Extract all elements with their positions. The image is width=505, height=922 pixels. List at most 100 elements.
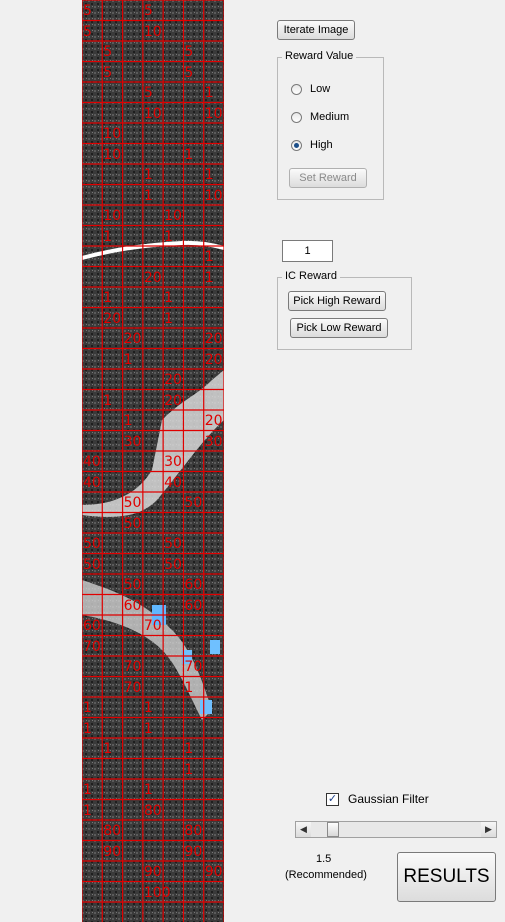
grid-cell-label: 20 <box>123 331 142 347</box>
grid-cell-label: 60 <box>83 618 101 634</box>
grid-cell-label: 50 <box>164 536 182 552</box>
ic-reward-group: IC Reward Pick High Reward Pick Low Rewa… <box>277 270 412 350</box>
slider-recommended-note: (Recommended) <box>285 869 367 881</box>
grid-cell-label: 50 <box>83 536 101 552</box>
set-reward-button[interactable]: Set Reward <box>289 168 367 188</box>
grid-cell-label: 50 <box>123 577 142 593</box>
gaussian-filter-checkbox[interactable]: ✓ <box>326 793 339 806</box>
grid-cell-label: 90 <box>184 843 203 860</box>
grid-cell-label: 1 <box>143 167 153 183</box>
grid-cell-label: 1 <box>123 413 133 429</box>
reward-high-option[interactable]: High <box>291 139 333 151</box>
grid-cell-label: 70 <box>123 679 142 696</box>
pick-high-reward-button[interactable]: Pick High Reward <box>288 291 386 311</box>
reward-medium-option[interactable]: Medium <box>291 111 349 123</box>
grid-cell-label: 1 <box>204 85 214 101</box>
grid-cell-label: 80 <box>143 802 162 819</box>
grid-cell-label: 1 <box>103 392 113 409</box>
grid-cell-label: 5 <box>143 85 153 101</box>
grid-cell-label: 50 <box>164 556 182 573</box>
reward-low-option[interactable]: Low <box>291 83 330 95</box>
grid-cell-label: 40 <box>164 474 182 491</box>
grid-cell-label: 10 <box>204 105 223 122</box>
radio-high[interactable] <box>291 139 302 151</box>
grid-cell-label: 70 <box>123 659 142 675</box>
radio-low-label: Low <box>310 83 331 95</box>
grid-cell-label: 1 <box>204 167 214 183</box>
slider-right-arrow-icon[interactable]: ▶ <box>481 822 496 837</box>
grid-cell-label: 1 <box>204 249 214 265</box>
grid-cell-label: 1 <box>184 679 194 696</box>
grid-cell-label: 40 <box>83 474 101 491</box>
grid-cell-label: 1 <box>184 146 194 163</box>
grid-cell-label: 90 <box>143 864 162 880</box>
grid-cell-label: 5 <box>103 64 113 81</box>
pick-low-reward-button[interactable]: Pick Low Reward <box>290 318 388 338</box>
grid-cell-label: 1 <box>164 290 174 306</box>
grid-cell-label: 5 <box>143 3 153 19</box>
grid-cell-label: 20 <box>103 310 122 327</box>
grid-cell-label: 10 <box>143 23 162 40</box>
grid-cell-label: 1 <box>164 310 174 327</box>
grid-cell-label: 20 <box>143 269 162 286</box>
grid-cell-label: 5 <box>83 23 92 40</box>
iteration-count-field[interactable]: 1 <box>282 240 333 262</box>
slider-value: 1.5 <box>316 853 332 865</box>
grid-cell-label: 30 <box>204 433 223 450</box>
grid-cell-label: 1 <box>83 782 92 798</box>
grid-cell-label: 10 <box>103 146 122 163</box>
grid-cell-label: 70 <box>143 618 162 634</box>
radio-medium-label: Medium <box>310 111 350 123</box>
grid-cell-label: 1 <box>143 782 153 798</box>
grid-cell-label: 1 <box>103 741 113 757</box>
grid-cell-label: 1 <box>204 269 214 286</box>
grid-cell-label: 1 <box>184 741 194 757</box>
grid-cell-label: 50 <box>83 556 101 573</box>
grid-cell-label: 1 <box>103 228 113 245</box>
grid-cell-label: 10 <box>164 208 182 224</box>
grid-cell-label: 1 <box>83 700 92 716</box>
grid-cell-label: 50 <box>123 515 142 532</box>
grid-cell-label: 90 <box>204 864 223 880</box>
slider-thumb[interactable] <box>326 822 339 837</box>
grid-cell-label: 50 <box>184 495 203 511</box>
sigma-slider[interactable]: ◀ ▶ <box>295 821 497 838</box>
reward-value-title: Reward Value <box>282 50 357 62</box>
grid-cell-label: 5 <box>184 44 194 60</box>
results-button[interactable]: RESULTS <box>397 852 496 902</box>
grid-cell-label: 1 <box>143 720 153 737</box>
ic-reward-title: IC Reward <box>282 270 340 282</box>
radio-low[interactable] <box>291 83 302 95</box>
gaussian-filter-label: Gaussian Filter <box>348 792 429 806</box>
grid-cell-label: 5 <box>103 44 113 60</box>
grid-cell-label: 10 <box>204 187 223 204</box>
grid-cell-label: 70 <box>83 638 101 655</box>
radio-medium[interactable] <box>291 111 302 123</box>
grid-cell-label: 1 <box>123 351 133 368</box>
grid-cell-label: 30 <box>164 454 182 470</box>
grid-cell-label: 50 <box>123 495 142 511</box>
reward-value-group: Reward Value Low Medium High Set Reward <box>277 50 384 200</box>
grid-cell-label: 20 <box>204 413 223 429</box>
grid-cell-label: 40 <box>83 454 101 470</box>
grid-cell-label: 1 <box>83 802 92 819</box>
grid-cell-label: 1 <box>164 228 174 245</box>
grid-cell-label: 100 <box>143 884 171 901</box>
grid-cell-label: 30 <box>123 433 142 450</box>
grid-cell-label: 1 <box>83 720 92 737</box>
grid-cell-label: 60 <box>123 597 142 614</box>
image-panel: 5 5 5 10 5 5 5 5 5 1 10 10 10 1 10 1 1 1 10 10 10 1 1 1 20 1 1 1 20 1… <box>82 0 224 922</box>
grid-cell-label: 1 <box>143 700 153 716</box>
grid-cell-label: 20 <box>204 351 223 368</box>
iterate-image-button[interactable]: Iterate Image <box>277 20 355 40</box>
grid-cell-label: 20 <box>164 392 182 409</box>
grid-cell-label: 10 <box>143 105 162 122</box>
grid-cell-label: 70 <box>184 659 203 675</box>
grid-cell-label: 60 <box>184 597 203 614</box>
grid-cell-label: 20 <box>164 372 182 388</box>
grid-cell-label: 80 <box>184 823 203 839</box>
slider-left-arrow-icon[interactable]: ◀ <box>296 822 311 837</box>
grid-cell-label: 80 <box>103 823 122 839</box>
grid-cell-label: 10 <box>103 208 122 224</box>
grid-cell-label: 1 <box>184 761 194 778</box>
